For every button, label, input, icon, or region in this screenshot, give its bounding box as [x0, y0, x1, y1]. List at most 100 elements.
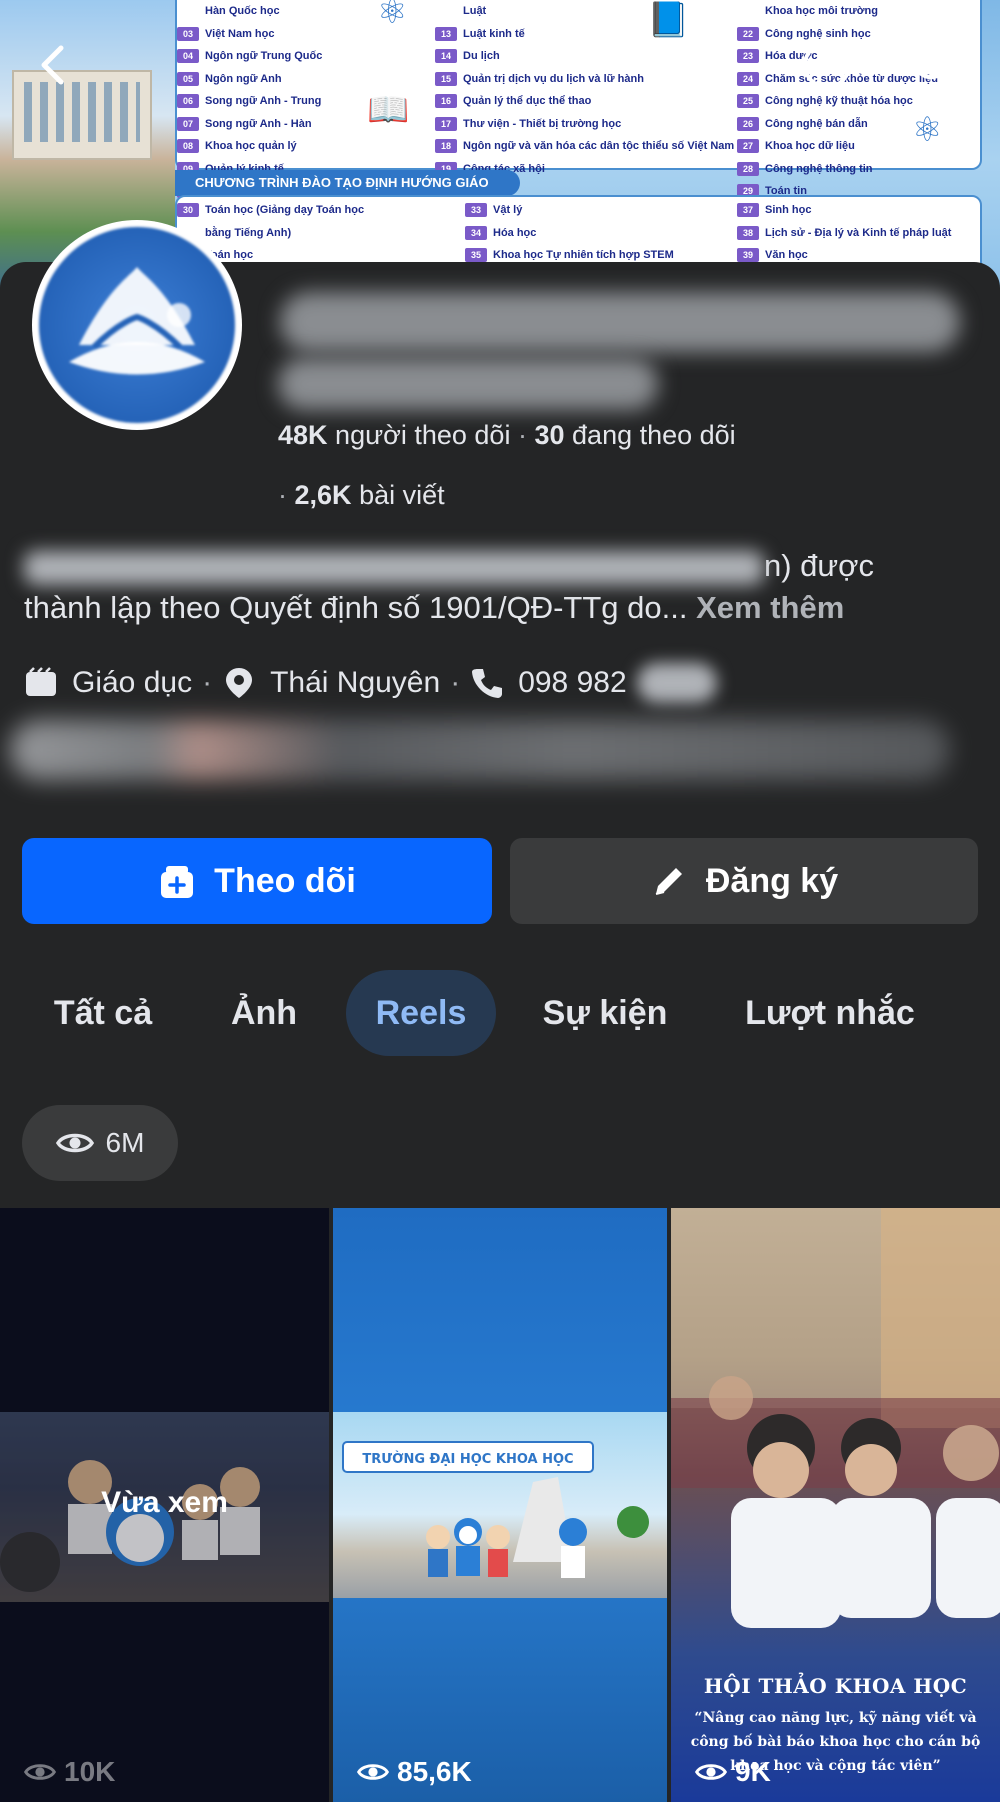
location-pin-icon [226, 668, 253, 698]
program-number: 03 [177, 26, 199, 41]
program-name: Ngôn ngữ và văn hóa các dân tộc thiểu số… [463, 140, 735, 152]
program-item: 34 Hóa học [465, 222, 674, 245]
program-number: 14 [435, 49, 457, 64]
program-number: 04 [177, 49, 199, 64]
program-name: Vật lý [493, 204, 523, 216]
search-icon[interactable] [908, 38, 962, 92]
follow-button[interactable]: Theo dõi [22, 838, 492, 924]
follow-stats[interactable]: 48K người theo dõi · 30 đang theo dõi [278, 420, 736, 451]
program-item: 04 Ngôn ngữ Trung Quốc [177, 45, 322, 68]
program-number: 18 [435, 139, 457, 154]
see-more-link[interactable]: Xem thêm [696, 590, 844, 625]
program-name: Công nghệ thông tin [765, 162, 873, 175]
program-number: 27 [737, 139, 759, 154]
profile-avatar[interactable] [32, 220, 242, 430]
program-item: 37 Sinh học [737, 199, 951, 222]
reel-views-value: 10K [64, 1756, 116, 1787]
program-name: Quản lý thể dục thể thao [463, 95, 592, 107]
program-name: Du lịch [463, 50, 500, 62]
register-label: Đăng ký [705, 861, 839, 900]
back-icon[interactable] [28, 38, 82, 92]
posts-stat: · 2,6K bài viết [278, 480, 445, 510]
tab-events[interactable]: Sự kiện [520, 970, 690, 1056]
program-name: Song ngữ Anh - Hàn [205, 117, 312, 130]
program-list: Hàn Quốc học 03 Việt Nam học 04 Ngôn ngữ Tru… [175, 0, 982, 199]
program-column-3: Khoa học môi trường 22 Công nghệ sinh học 2… [737, 0, 938, 203]
program-item: Khoa học môi trường [737, 0, 938, 23]
following-count: 30 [534, 420, 565, 450]
program-name: Khoa học môi trường [765, 5, 878, 17]
reel-item[interactable]: Vừa xem 10K [0, 1208, 329, 1802]
register-button[interactable]: Đăng ký [510, 838, 978, 924]
total-views-chip[interactable]: 6M [22, 1105, 178, 1181]
program-number: 15 [435, 71, 457, 86]
program-name: Thư viện - Thiết bị trường học [463, 117, 622, 130]
reel-views: 10K [24, 1756, 115, 1788]
program-name: Công nghệ kỹ thuật hóa học [765, 95, 913, 107]
program-item: 14 Du lịch [435, 45, 734, 68]
program-number: 39 [737, 248, 759, 263]
eye-icon [55, 1133, 94, 1153]
program-number: 26 [737, 116, 759, 131]
program-item: 17 Thư viện - Thiết bị trường học [435, 113, 734, 136]
cover-banner: CHƯƠNG TRÌNH ĐÀO TẠO ĐỊNH HƯỚNG GIÁO VIÊ… [175, 170, 520, 216]
program-name: Việt Nam học [205, 27, 275, 40]
clock-icon[interactable] [800, 38, 854, 92]
program-name: Ngôn ngữ Trung Quốc [205, 50, 323, 62]
eye-icon [24, 1764, 56, 1780]
pencil-icon [655, 868, 682, 895]
program-name: Luật kinh tế [463, 27, 525, 40]
program-item: 25 Công nghệ kỹ thuật hóa học [737, 90, 938, 113]
category-label: Giáo dục [72, 666, 193, 699]
page-name-redacted [280, 292, 960, 352]
program-number: 24 [737, 71, 759, 86]
reel-item[interactable]: HỘI THẢO KHOA HỌC “Nâng cao năng lực, kỹ… [671, 1208, 1000, 1802]
bio-redacted [24, 550, 764, 585]
reel-views-value: 85,6K [397, 1756, 472, 1787]
program-item: 28 Công nghệ thông tin [737, 158, 938, 181]
program-item: 15 Quản trị dịch vụ du lịch và lữ hành [435, 68, 734, 91]
program-name: Sinh học [765, 204, 812, 216]
tab-mentions[interactable]: Lượt nhắc [730, 970, 930, 1056]
program-name: Quản trị dịch vụ du lịch và lữ hành [463, 72, 644, 85]
followers-label: người theo dõi [335, 420, 511, 450]
tab-photos[interactable]: Ảnh [200, 970, 328, 1056]
reel-views-value: 9K [735, 1756, 771, 1787]
program-number: 13 [435, 26, 457, 41]
program-name: Toán học (Giảng dạy Toán học [205, 204, 365, 216]
profile-tabs: Tất cả Ảnh Reels Sự kiện Lượt nhắc [0, 970, 1000, 1056]
program-number: 05 [177, 71, 199, 86]
program-name: Hóa học [493, 226, 537, 239]
page-name-redacted-line2 [278, 358, 658, 410]
following-label: đang theo dõi [572, 420, 736, 450]
program-name: Lịch sử - Địa lý và Kinh tế pháp luật [765, 226, 952, 239]
category-icon [26, 667, 56, 696]
atom-icon: ⚛ [912, 111, 943, 149]
total-views-value: 6M [105, 1127, 145, 1158]
program-number: 35 [465, 248, 487, 263]
tab-all[interactable]: Tất cả [28, 970, 178, 1056]
eye-icon [695, 1764, 727, 1780]
eye-icon [357, 1764, 389, 1780]
book-hand-icon: 📘 [647, 1, 690, 39]
program-item: 18 Ngôn ngữ và văn hóa các dân tộc thiểu … [435, 135, 734, 158]
program-number: 34 [465, 225, 487, 240]
program-name: Khoa học Tự nhiên tích hợp STEM [493, 249, 674, 261]
program-name: Ngôn ngữ Anh [205, 72, 282, 85]
program-item: 05 Ngôn ngữ Anh [177, 68, 322, 91]
program-item: 26 Công nghệ bán dẫn [737, 113, 938, 136]
program-column-5: 33 Vật lý 34 Hóa học 35 Khoa học Tự nhiên tíc… [465, 199, 674, 267]
program-number: 33 [465, 203, 487, 218]
website-link-redacted[interactable] [10, 720, 950, 780]
program-number: 23 [737, 49, 759, 64]
program-name: Văn học [765, 249, 808, 261]
tab-reels[interactable]: Reels [346, 970, 496, 1056]
program-item: 06 Song ngữ Anh - Trung [177, 90, 322, 113]
reels-grid: Vừa xem 10K TRƯỜNG ĐẠI HỌC KHOA HỌC 85,6… [0, 1208, 1000, 1802]
program-name: Luật [463, 5, 487, 17]
program-number: 22 [737, 26, 759, 41]
phone-number[interactable]: 098 982 [518, 666, 626, 700]
program-name: Song ngữ Anh - Trung [205, 95, 322, 107]
reel-item[interactable]: TRƯỜNG ĐẠI HỌC KHOA HỌC 85,6K [333, 1208, 667, 1802]
page-info-row: Giáo dục · Thái Nguyên · 098 982 [24, 663, 717, 703]
